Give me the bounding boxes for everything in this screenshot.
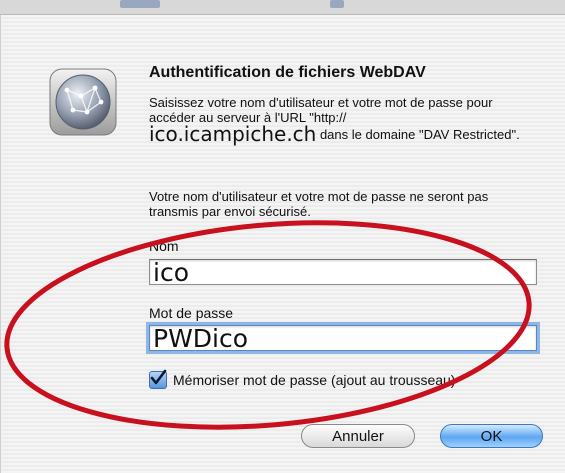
background-window-fragment [120, 0, 160, 8]
dialog-message: Saisissez votre nom d'utilisateur et vot… [149, 95, 529, 144]
name-label: Nom [149, 238, 179, 254]
remember-password-label: Mémoriser mot de passe (ajout au trousse… [173, 372, 456, 388]
username-field[interactable]: ico [149, 259, 537, 286]
ok-button[interactable]: OK [440, 424, 543, 448]
password-label: Mot de passe [149, 305, 234, 321]
message-text: Saisissez votre nom d'utilisateur et vot… [149, 95, 493, 125]
cancel-button[interactable]: Annuler [301, 424, 415, 448]
dialog-title: Authentification de fichiers WebDAV [149, 64, 426, 81]
background-window-fragment [330, 0, 344, 8]
background-window-strip [0, 0, 565, 15]
remember-password-row[interactable]: Mémoriser mot de passe (ajout au trousse… [149, 369, 456, 390]
message-text-end: dans le domaine "DAV Restricted". [316, 127, 520, 142]
remember-password-checkbox[interactable] [149, 369, 167, 389]
server-host: ico.icampiche.ch [149, 122, 317, 146]
checkmark-icon [150, 369, 167, 385]
password-field[interactable]: PWDico [149, 325, 537, 352]
network-globe-icon [47, 66, 119, 138]
security-note: Votre nom d'utilisateur et votre mot de … [149, 189, 489, 219]
